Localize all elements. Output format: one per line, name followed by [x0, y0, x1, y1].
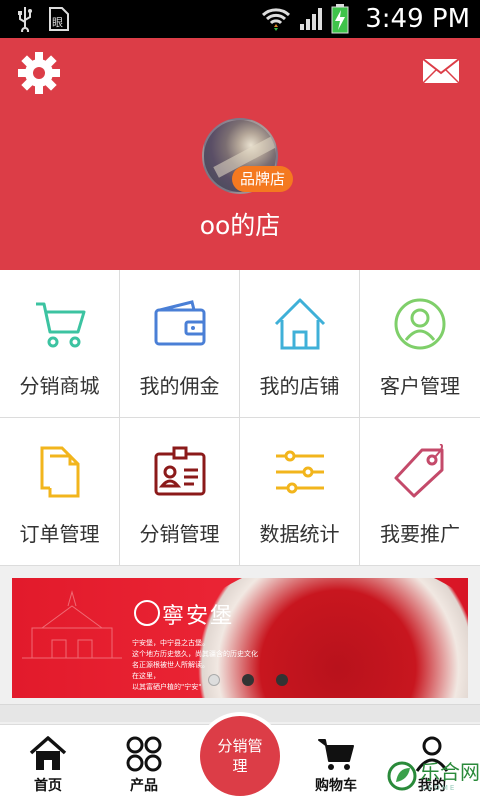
usb-icon: [18, 7, 32, 32]
sim-icon: 眼: [49, 7, 69, 31]
carousel-dot[interactable]: [276, 674, 288, 686]
brand-seal: [134, 600, 160, 626]
grid-item-distribution-mall[interactable]: 分销商城: [0, 270, 120, 418]
home-icon: [274, 298, 325, 350]
wifi-icon: [262, 8, 291, 31]
grid-item-statistics[interactable]: 数据统计: [240, 418, 360, 566]
clock: 3:49 PM: [365, 4, 470, 34]
nav-home[interactable]: 首页: [0, 725, 96, 800]
nav-label: 购物车: [315, 778, 357, 794]
promo-banner[interactable]: 寧安堡 宁安堡，中宁县之古堡。 这个地方历史悠久，尚其疆含的历史文化 名正源根被…: [12, 578, 468, 698]
nav-label: 产品: [130, 778, 158, 794]
carousel-dot[interactable]: [208, 674, 220, 686]
nav-cart[interactable]: 购物车: [288, 725, 384, 800]
battery-charging-icon: [331, 4, 349, 34]
leaf-logo-icon: [387, 761, 417, 791]
grid-label: 分销管理: [139, 522, 220, 546]
function-grid: 分销商城 我的佣金 我的店铺 客户管理 订单管理 分销管理 数据统计 我要推广: [0, 270, 480, 566]
grid-item-order-management[interactable]: 订单管理: [0, 418, 120, 566]
grid-item-my-shop[interactable]: 我的店铺: [240, 270, 360, 418]
tag-icon: [394, 444, 444, 498]
cart-filled-icon: [318, 739, 354, 770]
watermark-text: 乐合网: [420, 760, 480, 784]
id-card-icon: [154, 446, 205, 496]
wallet-icon: [154, 300, 205, 346]
shop-type-badge: 品牌店: [232, 166, 294, 192]
grid-item-distribution-management[interactable]: 分销管理: [120, 418, 240, 566]
grid-circles-icon: [126, 736, 162, 772]
grid-label: 分销商城: [19, 374, 100, 398]
gear-icon[interactable]: [16, 50, 62, 96]
signal-icon: [300, 8, 323, 30]
profile-header: 品牌店 oo的店: [0, 38, 480, 270]
documents-icon: [40, 446, 79, 498]
watermark: 乐合网 LEOME: [384, 756, 480, 798]
cart-icon: [35, 302, 85, 348]
grid-label: 订单管理: [19, 522, 100, 546]
nav-label: 首页: [34, 778, 62, 794]
nav-products[interactable]: 产品: [96, 725, 192, 800]
grid-label: 我要推广: [380, 522, 460, 546]
grid-item-promotion[interactable]: 我要推广: [360, 418, 480, 566]
distribution-management-button[interactable]: 分销管理: [196, 712, 284, 800]
svg-text:眼: 眼: [52, 16, 63, 29]
carousel-indicator: [208, 674, 288, 686]
sliders-icon: [275, 450, 324, 494]
grid-label: 客户管理: [380, 374, 460, 398]
grid-label: 我的店铺: [259, 374, 340, 398]
home-filled-icon: [29, 736, 67, 770]
shop-name: oo的店: [199, 211, 281, 240]
center-button-label: 分销管理: [200, 716, 280, 796]
status-bar: 眼 3:49 PM: [0, 0, 480, 38]
carousel-dot[interactable]: [242, 674, 254, 686]
mail-icon[interactable]: [422, 58, 460, 84]
palace-illustration: [22, 590, 122, 659]
grid-label: 我的佣金: [139, 374, 220, 398]
watermark-sub: LEOME: [422, 784, 457, 792]
grid-label: 数据统计: [259, 522, 340, 546]
grid-item-my-commission[interactable]: 我的佣金: [120, 270, 240, 418]
user-circle-icon: [394, 298, 446, 350]
grid-item-customer-management[interactable]: 客户管理: [360, 270, 480, 418]
banner-brand: 寧安堡: [162, 604, 235, 629]
